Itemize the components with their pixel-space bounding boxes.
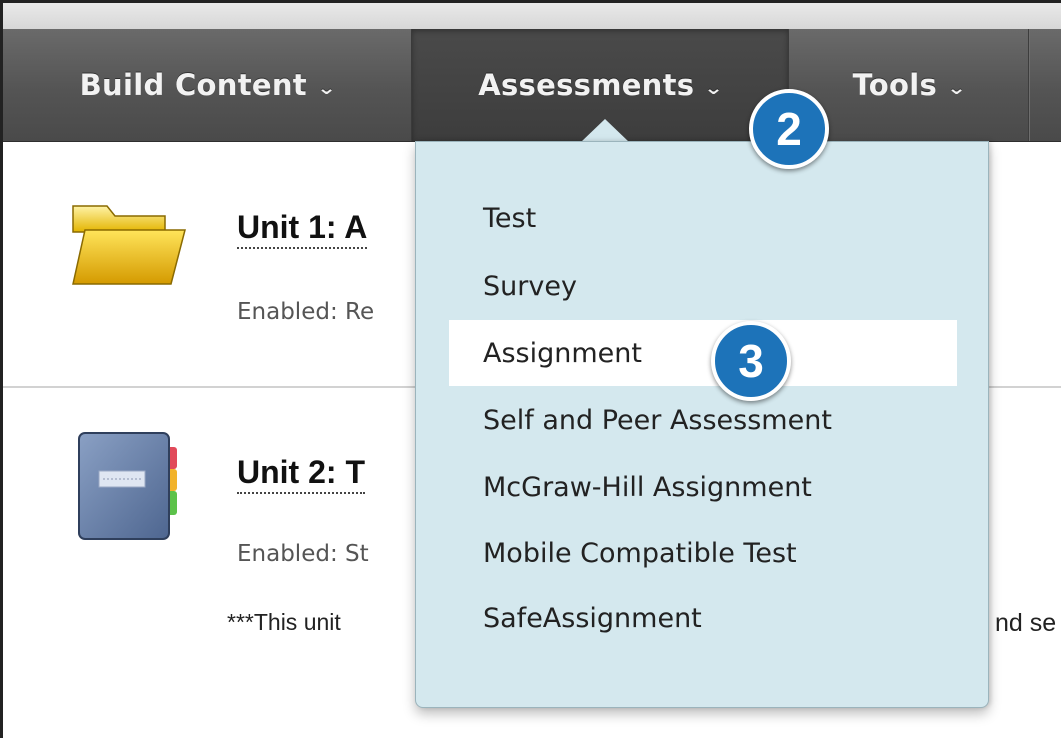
chevron-down-icon: ⌄	[316, 77, 337, 99]
unit-1-title-link[interactable]: Unit 1: A	[237, 209, 368, 249]
unit-2-enabled-status: Enabled: St	[237, 541, 369, 567]
page-frame: Build Content ⌄ Assessments ⌄ Tools ⌄ Un…	[0, 0, 1061, 738]
build-content-button[interactable]: Build Content ⌄	[3, 29, 411, 141]
step-3-callout-badge: 3	[711, 321, 791, 401]
unit-2-title-link[interactable]: Unit 2: T	[237, 454, 365, 494]
menu-item-mobile-compatible-test[interactable]: Mobile Compatible Test	[483, 537, 797, 571]
build-content-label: Build Content	[79, 68, 307, 102]
assessments-dropdown-menu: Test Survey Assignment Self and Peer Ass…	[415, 141, 989, 708]
assessments-label: Assessments	[478, 68, 695, 102]
folder-icon	[72, 205, 186, 285]
unit-1-enabled-status: Enabled: Re	[237, 299, 375, 325]
chevron-down-icon: ⌄	[946, 77, 967, 99]
dropdown-pointer	[581, 119, 629, 142]
menu-item-test[interactable]: Test	[483, 202, 536, 236]
unit-2-description: ***This unit	[227, 609, 341, 635]
toolbar-divider	[1029, 29, 1030, 141]
chevron-down-icon: ⌄	[704, 77, 725, 99]
menu-item-self-and-peer-assessment[interactable]: Self and Peer Assessment	[483, 404, 832, 438]
menu-item-safeassignment[interactable]: SafeAssignment	[483, 602, 702, 636]
step-2-callout-badge: 2	[749, 89, 829, 169]
notebook-icon	[78, 432, 177, 540]
unit-2-description-tail: nd se	[995, 609, 1057, 637]
tools-label: Tools	[852, 68, 938, 102]
content-toolbar: Build Content ⌄ Assessments ⌄ Tools ⌄	[3, 29, 1061, 142]
menu-item-assignment[interactable]: Assignment	[483, 337, 642, 371]
top-strip	[3, 3, 1061, 29]
menu-item-mcgraw-hill-assignment[interactable]: McGraw-Hill Assignment	[483, 471, 812, 505]
menu-item-survey[interactable]: Survey	[483, 270, 577, 304]
